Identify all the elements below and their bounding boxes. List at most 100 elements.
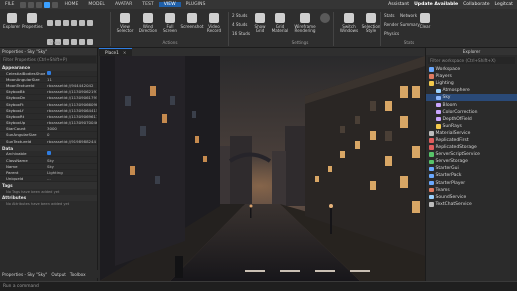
property-value[interactable]: rbxassetid://11309061795 (45, 95, 97, 100)
screenshot-button[interactable]: Screenshot (181, 13, 203, 29)
explorer-item[interactable]: Players (426, 73, 517, 80)
service-icon (429, 187, 434, 193)
show-grid-button[interactable]: Show Grid (252, 13, 268, 34)
properties-filter-input[interactable]: Filter Properties (Ctrl+Shift+P) (1, 56, 96, 63)
panel-toggle-icon[interactable] (47, 20, 53, 26)
assistant-button[interactable]: Assistant (388, 2, 409, 7)
menu-home[interactable]: HOME (59, 2, 83, 7)
redo-icon[interactable] (36, 1, 43, 8)
property-value[interactable]: Lighting (45, 170, 97, 175)
stats-option[interactable]: Stats (384, 13, 394, 18)
explorer-item[interactable]: Lighting (426, 80, 517, 87)
property-value[interactable] (45, 70, 97, 76)
full-screen-button[interactable]: Full Screen (161, 13, 179, 34)
property-value[interactable]: rbxassetid://11309066098 (45, 102, 97, 107)
explorer-item[interactable]: Sky (426, 94, 517, 102)
explorer-item[interactable]: Workspace (426, 66, 517, 73)
explorer-item[interactable]: SoundService (426, 194, 517, 201)
video-record-button[interactable]: Video Record (205, 13, 223, 34)
tab-output[interactable]: Output (49, 272, 68, 277)
explorer-filter-input[interactable]: Filter workspace (Ctrl+Shift+X) (428, 57, 515, 64)
explorer-item[interactable]: TextChatService (426, 201, 517, 208)
panel-toggle-icon[interactable] (63, 20, 69, 26)
customize-icon[interactable] (52, 1, 59, 8)
menu-view[interactable]: VIEW (158, 2, 181, 7)
explorer-item[interactable]: ReplicatedStorage (426, 144, 517, 151)
panel-toggle-icon[interactable] (87, 39, 93, 45)
explorer-item[interactable]: Teams (426, 187, 517, 194)
panel-toggle-icon[interactable] (71, 20, 77, 26)
menu-test[interactable]: TEST (137, 2, 158, 7)
explorer-item[interactable]: SunRays (426, 123, 517, 130)
selection-style-button[interactable]: Selection Style (361, 13, 381, 34)
explorer-item[interactable]: Bloom (426, 101, 517, 108)
property-value[interactable]: rbxassetid://11309070046 (45, 120, 97, 125)
wind-direction-button[interactable]: Wind Direction (138, 13, 158, 34)
undo-icon[interactable] (28, 1, 35, 8)
3d-viewport[interactable] (100, 56, 425, 281)
explorer-button[interactable]: Explorer (3, 13, 20, 29)
play-icon[interactable] (44, 1, 51, 8)
property-value[interactable]: 11 (45, 77, 97, 82)
tab-properties[interactable]: Properties - Sky "Sky" (0, 272, 49, 277)
close-icon[interactable]: × (123, 50, 127, 55)
grid-material-button[interactable]: Grid Material (270, 13, 290, 34)
explorer-item[interactable]: ServerStorage (426, 158, 517, 165)
summary-option[interactable]: Summary (400, 22, 420, 27)
panel-toggle-icon[interactable] (79, 20, 85, 26)
tab-toolbox[interactable]: Toolbox (68, 272, 88, 277)
studs-16-option[interactable]: 16 Studs (232, 31, 250, 36)
collaborate-button[interactable]: Collaborate (463, 2, 489, 7)
explorer-item[interactable]: ReplicatedFirst (426, 137, 517, 144)
panel-toggle-icon[interactable] (55, 20, 61, 26)
wireframe-button[interactable]: Wireframe Rendering (292, 13, 318, 34)
menu-model[interactable]: MODEL (83, 2, 110, 7)
view-selector-button[interactable]: View Selector (116, 13, 134, 34)
menu-avatar[interactable]: AVATAR (110, 2, 137, 7)
show-grid-label: Show Grid (254, 24, 266, 34)
property-value[interactable]: rbxassetid://11309069617 (45, 114, 97, 119)
panel-toggle-icon[interactable] (87, 20, 93, 26)
property-value[interactable]: Sky (45, 158, 97, 163)
property-value[interactable]: ... (45, 176, 97, 181)
switch-windows-button[interactable]: Switch Windows (338, 13, 360, 34)
property-value[interactable]: 0 (45, 132, 97, 137)
menu-plugins[interactable]: PLUGINS (181, 2, 211, 7)
clear-button[interactable]: Clear (418, 13, 432, 29)
property-value[interactable]: rbxassetid://944442042 (45, 83, 97, 88)
user-menu[interactable]: Legitcat (495, 2, 513, 7)
update-available-link[interactable]: Update Available (414, 2, 458, 7)
property-value[interactable]: Sky (45, 164, 97, 169)
save-icon[interactable] (20, 1, 27, 8)
explorer-item[interactable]: ColorCorrection (426, 109, 517, 116)
explorer-item[interactable]: MaterialService (426, 130, 517, 137)
checkbox-checked-icon[interactable] (47, 70, 51, 75)
property-value[interactable]: rbxassetid://11309064415 (45, 108, 97, 113)
explorer-item[interactable]: StarterPack (426, 172, 517, 179)
render-option[interactable]: Render (384, 22, 399, 27)
explorer-item[interactable]: ServerScriptService (426, 151, 517, 158)
network-option[interactable]: Network (400, 13, 417, 18)
studs-4-option[interactable]: 4 Studs (232, 22, 247, 27)
property-value[interactable]: rbxassetid://9198988244 (45, 139, 97, 144)
panel-toggle-icon[interactable] (79, 39, 85, 45)
property-value[interactable]: rbxassetid://11309062191 (45, 89, 97, 94)
property-value[interactable]: 3000 (45, 126, 97, 131)
explorer-item[interactable]: Atmosphere (426, 87, 517, 94)
property-value[interactable] (45, 151, 97, 156)
property-name: SkyboxBk (6, 89, 25, 95)
checkbox-checked-icon[interactable] (47, 151, 51, 156)
panel-toggle-icon[interactable] (71, 39, 77, 45)
explorer-item[interactable]: StarterPlayer (426, 180, 517, 187)
command-bar-input[interactable]: Run a command (0, 281, 517, 291)
physics-option[interactable]: Physics (384, 31, 399, 36)
place-tab[interactable]: Place1 × (99, 48, 133, 56)
ribbon-divider (380, 12, 381, 46)
toggle-button[interactable] (320, 13, 330, 25)
explorer-item-label: ServerScriptService (435, 152, 480, 158)
explorer-item[interactable]: DepthOfField (426, 116, 517, 123)
explorer-item[interactable]: StarterGui (426, 165, 517, 172)
studs-2-option[interactable]: 2 Studs (232, 13, 247, 18)
properties-button[interactable]: Properties (22, 13, 43, 29)
menu-file[interactable]: FILE (0, 2, 19, 7)
